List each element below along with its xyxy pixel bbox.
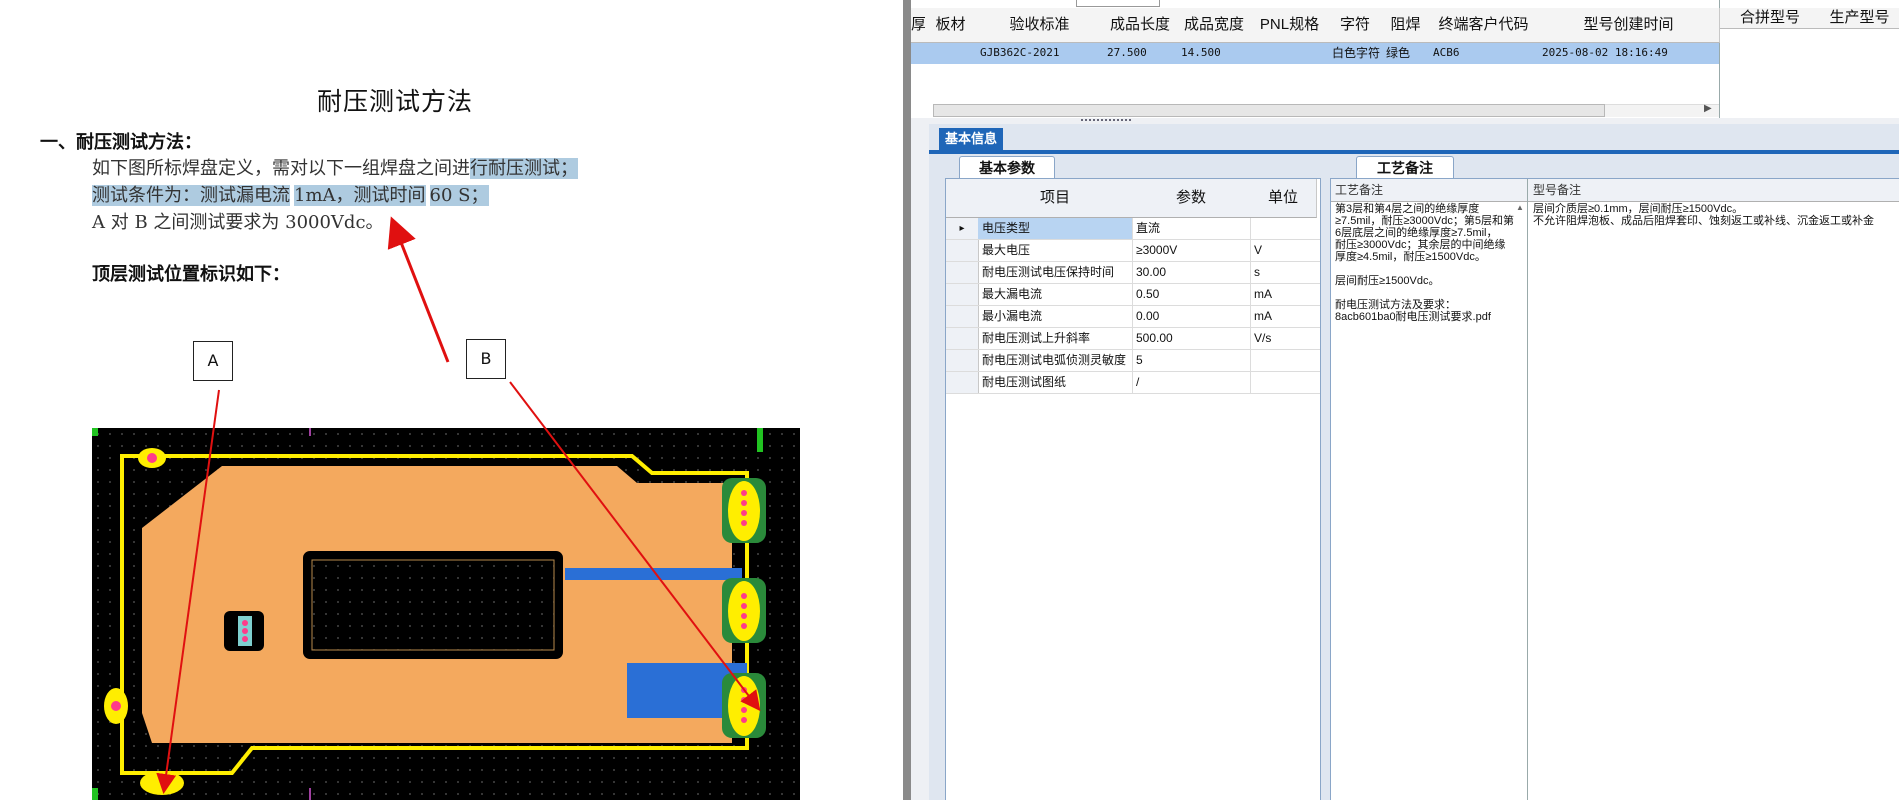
grid-header-acceptance[interactable]: 验收标准 <box>976 8 1104 43</box>
notes-panel: 工艺备注 型号备注 第3层和第4层之间的绝缘厚度≥7.5mil，耐压≥3000V… <box>1330 178 1899 800</box>
param-unit[interactable]: s <box>1250 262 1320 284</box>
param-item: 最小漏电流 <box>978 306 1133 328</box>
param-value[interactable]: 0.00 <box>1132 306 1251 328</box>
notes-column-divider[interactable] <box>1527 179 1528 800</box>
grid-header-pnl[interactable]: PNL规格 <box>1251 8 1329 43</box>
grid-header-soldermask[interactable]: 阻焊 <box>1382 8 1430 43</box>
cell-soldermask[interactable]: 绿色 <box>1386 42 1410 64</box>
test-time-value: 60 S <box>429 185 471 206</box>
param-value[interactable]: ≥3000V <box>1132 240 1251 262</box>
cell-width[interactable]: 14.500 <box>1181 42 1221 64</box>
param-item: 耐电压测试电弧侦测灵敏度 <box>978 350 1133 372</box>
param-value[interactable]: 500.00 <box>1132 328 1251 350</box>
grid-header-created[interactable]: 型号创建时间 <box>1538 8 1720 43</box>
section-heading: 一、耐压测试方法： <box>40 132 202 153</box>
grid-header-customer-code[interactable]: 终端客户代码 <box>1429 8 1539 43</box>
pcb-drawing <box>92 428 800 800</box>
cell-customer-code[interactable]: ACB6 <box>1433 42 1460 64</box>
param-unit[interactable] <box>1250 372 1320 394</box>
cell-legend[interactable]: 白色字符 <box>1332 42 1380 64</box>
arrow-to-paragraph <box>387 216 450 363</box>
param-unit[interactable] <box>1250 350 1320 372</box>
row-header[interactable]: ▸ <box>946 218 979 240</box>
param-item: 最大漏电流 <box>978 284 1133 306</box>
side-header-combined[interactable]: 合拼型号 <box>1720 8 1821 29</box>
grid-header-thickness[interactable]: 厚 <box>911 8 926 43</box>
process-notes-header: 工艺备注 <box>1331 179 1529 202</box>
param-item: 耐电压测试电压保持时间 <box>978 262 1133 284</box>
row-header[interactable] <box>946 284 979 306</box>
model-notes-text[interactable]: 层间介质层≥0.1mm，层间耐压≥1500Vdc。 不允许阻焊泡板、成品后阻焊套… <box>1533 203 1893 227</box>
row-header[interactable] <box>946 240 979 262</box>
row-header-corner <box>946 179 979 218</box>
pcb-layout-image <box>92 428 800 800</box>
label-b-box: B <box>466 339 506 379</box>
param-value[interactable]: 0.50 <box>1132 284 1251 306</box>
erp-window: 厚 板材 验收标准 成品长度 成品宽度 PNL规格 字符 阻焊 终端客户代码 型… <box>911 0 1899 800</box>
param-value[interactable]: 30.00 <box>1132 262 1251 284</box>
label-a-box: A <box>193 341 233 381</box>
tab-band <box>929 150 1899 154</box>
paragraph-1-highlight: 行耐压测试； <box>470 158 578 179</box>
param-value[interactable]: 直流 <box>1132 218 1251 240</box>
params-panel: 项目 参数 单位 ▸ 电压类型 直流 最大电压 ≥3000V V 耐电压测试电压保持时间 30… <box>945 178 1321 800</box>
paragraph-2-end: ； <box>470 185 489 206</box>
row-header[interactable] <box>946 306 979 328</box>
row-header[interactable] <box>946 372 979 394</box>
row-header[interactable] <box>946 262 979 284</box>
tab-basic-info[interactable]: 基本信息 <box>939 128 1003 150</box>
param-value[interactable]: / <box>1132 372 1251 394</box>
cell-created[interactable]: 2025-08-02 18:16:49 <box>1542 42 1668 64</box>
grid-hscroll-thumb[interactable] <box>933 104 1605 117</box>
param-item: 电压类型 <box>978 218 1133 240</box>
grid-header-legend[interactable]: 字符 <box>1328 8 1383 43</box>
grid-header-board[interactable]: 板材 <box>925 8 977 43</box>
paragraph-1-text: 如下图所标焊盘定义，需对以下一组焊盘之间进 <box>92 158 470 179</box>
grid-header-width[interactable]: 成品宽度 <box>1177 8 1252 43</box>
paragraph-1: 如下图所标焊盘定义，需对以下一组焊盘之间进行耐压测试； <box>92 154 578 180</box>
leakage-current-value: 1mA <box>294 185 336 206</box>
tab-process-notes[interactable]: 工艺备注 <box>1356 156 1454 179</box>
scroll-right-icon[interactable]: ▶ <box>1704 103 1712 114</box>
notes-scroll-up-icon[interactable]: ▲ <box>1516 203 1524 212</box>
params-header-unit[interactable]: 单位 <box>1250 179 1317 218</box>
params-header-value[interactable]: 参数 <box>1132 179 1251 218</box>
paragraph-3: A 对 B 之间测试要求为 3000Vdc。 <box>92 212 384 233</box>
cell-acceptance[interactable]: GJB362C-2021 <box>980 42 1059 64</box>
param-unit[interactable]: mA <box>1250 284 1320 306</box>
grid-header-length[interactable]: 成品长度 <box>1103 8 1178 43</box>
param-item: 耐电压测试图纸 <box>978 372 1133 394</box>
param-unit[interactable]: mA <box>1250 306 1320 328</box>
param-unit[interactable] <box>1250 218 1320 240</box>
tab-basic-params[interactable]: 基本参数 <box>959 156 1055 179</box>
param-unit[interactable]: V <box>1250 240 1320 262</box>
model-notes-header: 型号备注 <box>1529 179 1899 202</box>
paragraph-2: 测试条件为：测试漏电流 1mA，测试时间 60 S； <box>92 181 489 207</box>
test-condition-text: 测试条件为：测试漏电流 <box>92 185 290 206</box>
param-item: 最大电压 <box>978 240 1133 262</box>
splitter[interactable] <box>903 0 911 800</box>
row-header[interactable] <box>946 328 979 350</box>
document-title: 耐压测试方法 <box>316 87 473 116</box>
param-item: 耐电压测试上升斜率 <box>978 328 1133 350</box>
param-value[interactable]: 5 <box>1132 350 1251 372</box>
params-header-item[interactable]: 项目 <box>978 179 1133 218</box>
cell-length[interactable]: 27.500 <box>1107 42 1147 64</box>
grid-top-tab <box>1076 0 1160 7</box>
param-unit[interactable]: V/s <box>1250 328 1320 350</box>
side-header-production[interactable]: 生产型号 <box>1820 8 1899 29</box>
document-viewer: 耐压测试方法 一、耐压测试方法： 如下图所标焊盘定义，需对以下一组焊盘之间进行耐… <box>0 0 903 800</box>
row-header[interactable] <box>946 350 979 372</box>
top-layer-heading: 顶层测试位置标识如下： <box>92 264 290 285</box>
test-time-text: ，测试时间 <box>335 185 426 206</box>
process-notes-text[interactable]: 第3层和第4层之间的绝缘厚度≥7.5mil，耐压≥3000Vdc；第5层和第6层… <box>1335 203 1515 323</box>
